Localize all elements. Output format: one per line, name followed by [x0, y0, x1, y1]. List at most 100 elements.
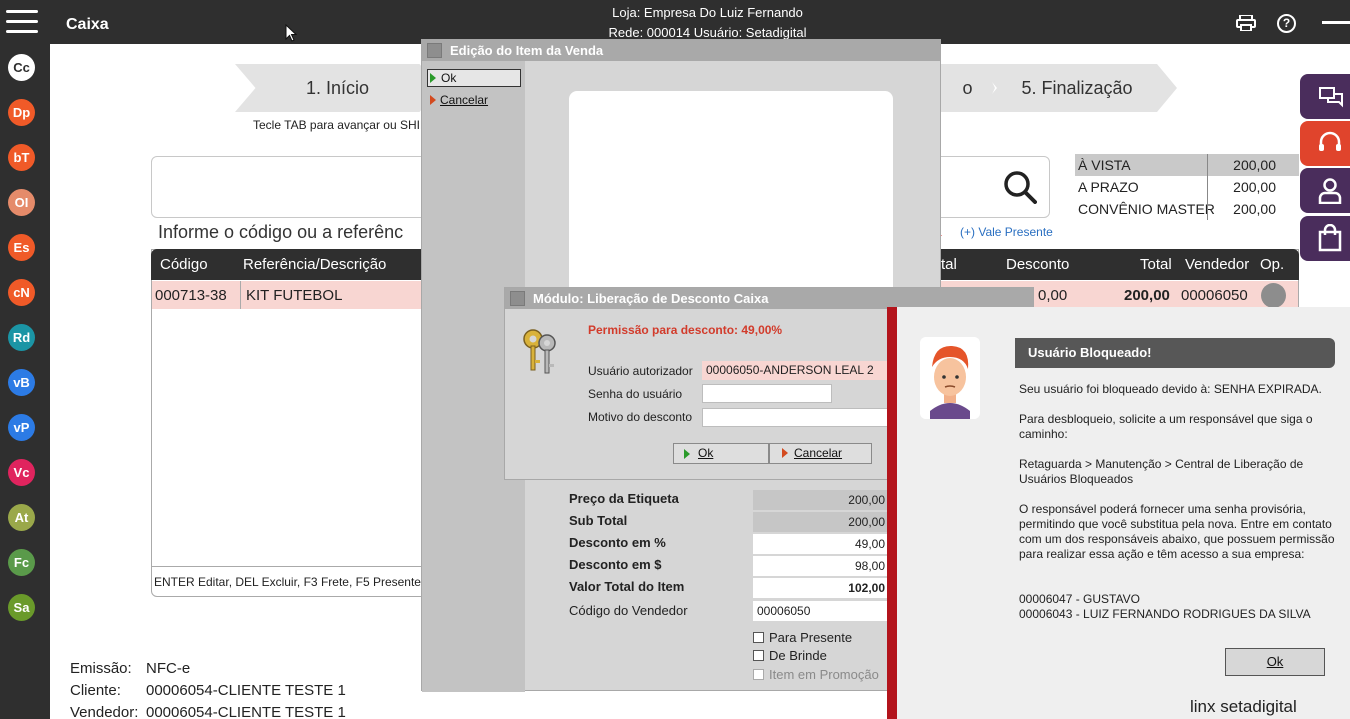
seller-label: Vendedor: — [70, 704, 139, 719]
blocked-ok-button[interactable]: Ok — [1225, 648, 1325, 676]
rail-shortcut-cc[interactable]: Cc — [8, 54, 35, 81]
rail-shortcut-fc[interactable]: Fc — [8, 549, 35, 576]
label-discount-pct: Desconto em % — [569, 535, 666, 550]
ok-label: Ok — [441, 71, 457, 85]
row-code: 000713-38 — [155, 287, 227, 304]
play-green-icon — [684, 449, 690, 459]
tag-price-field: 200,00 — [753, 490, 887, 510]
subtotal-field: 200,00 — [753, 512, 887, 532]
chat-tab[interactable] — [1300, 74, 1350, 119]
dialog-title-bubble: Usuário Bloqueado! — [1015, 338, 1335, 368]
payment-summary: À VISTA 200,00 A PRAZO 200,00 CONVÊNIO M… — [1075, 154, 1299, 220]
payment-label: A PRAZO — [1078, 179, 1139, 195]
rail-shortcut-dp[interactable]: Dp — [8, 99, 35, 126]
reason-input[interactable] — [702, 408, 888, 427]
avatar-icon — [920, 337, 980, 419]
rail-shortcut-vb[interactable]: vB — [8, 369, 35, 396]
label-password: Senha do usuário — [588, 387, 683, 401]
printer-icon[interactable] — [1236, 15, 1256, 31]
client-label: Cliente: — [70, 682, 121, 699]
mouse-cursor-icon — [285, 24, 297, 42]
ok-label: Ok — [698, 446, 714, 460]
play-green-icon — [430, 73, 436, 83]
gift-checkbox[interactable]: Para Presente — [753, 630, 852, 645]
dialog-title-bar[interactable]: Módulo: Liberação de Desconto Caixa — [505, 288, 1033, 309]
dialog-title-bar[interactable]: Edição do Item da Venda — [422, 40, 940, 61]
discount-value-input[interactable]: 98,00 — [753, 556, 887, 576]
rail-shortcut-rd[interactable]: Rd — [8, 324, 35, 351]
user-icon — [1318, 178, 1342, 204]
payment-label: À VISTA — [1078, 157, 1131, 173]
keyboard-hint: Tecle TAB para avançar ou SHIFT — [253, 118, 435, 132]
dialog-title: Edição do Item da Venda — [450, 43, 604, 58]
shopping-bag-icon — [1318, 224, 1342, 252]
rail-shortcut-vc[interactable]: Vc — [8, 459, 35, 486]
payment-label: CONVÊNIO MASTER — [1078, 201, 1215, 217]
rail-shortcut-at[interactable]: At — [8, 504, 35, 531]
gift-voucher-link[interactable]: (+) Vale Presente — [960, 225, 1053, 239]
profile-tab[interactable] — [1300, 168, 1350, 213]
emission-value: NFC-e — [146, 660, 191, 677]
window-icon — [510, 291, 525, 306]
payment-row[interactable]: CONVÊNIO MASTER 200,00 — [1075, 198, 1299, 220]
row-options-button[interactable] — [1261, 283, 1286, 308]
promo-checkbox: Item em Promoção — [753, 667, 879, 682]
ok-button[interactable]: Ok — [427, 69, 521, 87]
payment-value: 200,00 — [1233, 157, 1276, 173]
chat-icon — [1319, 87, 1343, 108]
search-caption: Informe o código ou a referênc — [158, 222, 404, 242]
client-value: 00006054-CLIENTE TESTE 1 — [146, 682, 346, 699]
item-total-field: 102,00 — [753, 578, 887, 598]
payment-row[interactable]: A PRAZO 200,00 — [1075, 176, 1299, 198]
discount-cancel-button[interactable]: Cancelar — [769, 443, 872, 464]
keys-icon — [523, 329, 556, 374]
cancel-label: Cancelar — [794, 446, 843, 460]
minimize-icon[interactable] — [1322, 21, 1350, 24]
support-tab[interactable] — [1300, 121, 1350, 166]
rail-shortcut-cn[interactable]: cN — [8, 279, 35, 306]
gift-checkbox-label: Para Presente — [769, 630, 853, 645]
rail-shortcut-bt[interactable]: bT — [8, 144, 35, 171]
headset-icon — [1319, 131, 1341, 151]
play-red-icon — [430, 95, 436, 105]
shortcut-rail: Cc Dp bT OI Es cN Rd vB vP Vc At Fc Sa — [0, 44, 50, 719]
shop-tab[interactable] — [1300, 216, 1350, 261]
row-description: KIT FUTEBOL — [246, 287, 343, 304]
label-authorizer: Usuário autorizador — [588, 364, 693, 378]
help-icon[interactable]: ? — [1277, 14, 1296, 33]
rail-shortcut-sa[interactable]: Sa — [8, 594, 35, 621]
user-blocked-dialog: Usuário Bloqueado! Seu usuário foi bloqu… — [887, 307, 1350, 719]
col-discount: Desconto — [1006, 256, 1070, 273]
unlock-path: Retaguarda > Manutenção > Central de Lib… — [1019, 457, 1304, 486]
payment-row[interactable]: À VISTA 200,00 — [1075, 154, 1299, 176]
label-seller-code: Código do Vendedor — [569, 603, 688, 618]
password-input[interactable] — [702, 384, 832, 403]
authorizer-field[interactable]: 00006050-ANDERSON LEAL 2 — [702, 361, 888, 380]
bonus-checkbox[interactable]: De Brinde — [753, 648, 827, 663]
menu-icon[interactable] — [6, 10, 38, 36]
rail-shortcut-oi[interactable]: OI — [8, 189, 35, 216]
product-photo — [569, 91, 893, 301]
payment-value: 200,00 — [1233, 201, 1276, 217]
brand-logo: linx setadigital — [1190, 697, 1297, 716]
dialog-title: Usuário Bloqueado! — [1028, 345, 1152, 360]
rail-shortcut-es[interactable]: Es — [8, 234, 35, 261]
step-start[interactable]: 1. Início — [235, 64, 440, 112]
play-red-icon — [782, 448, 788, 458]
cancel-label: Cancelar — [440, 93, 489, 107]
discount-pct-input[interactable]: 49,00 — [753, 534, 887, 554]
ok-label: Ok — [1266, 654, 1284, 669]
permission-text: Permissão para desconto: 49,00% — [588, 323, 783, 337]
rail-shortcut-vp[interactable]: vP — [8, 414, 35, 441]
emission-label: Emissão: — [70, 660, 132, 677]
label-item-total: Valor Total do Item — [569, 579, 685, 594]
cancel-button[interactable]: Cancelar — [430, 93, 488, 107]
search-icon[interactable] — [1003, 170, 1037, 204]
discount-ok-button[interactable]: Ok — [673, 443, 769, 464]
step-finalization[interactable]: 5. Finalização — [977, 64, 1177, 112]
col-description: Referência/Descrição — [243, 256, 387, 273]
seller-code-input[interactable]: 00006050 — [753, 601, 887, 621]
app-title: Caixa — [66, 16, 109, 33]
col-code: Código — [160, 256, 208, 273]
col-op: Op. — [1260, 256, 1285, 273]
